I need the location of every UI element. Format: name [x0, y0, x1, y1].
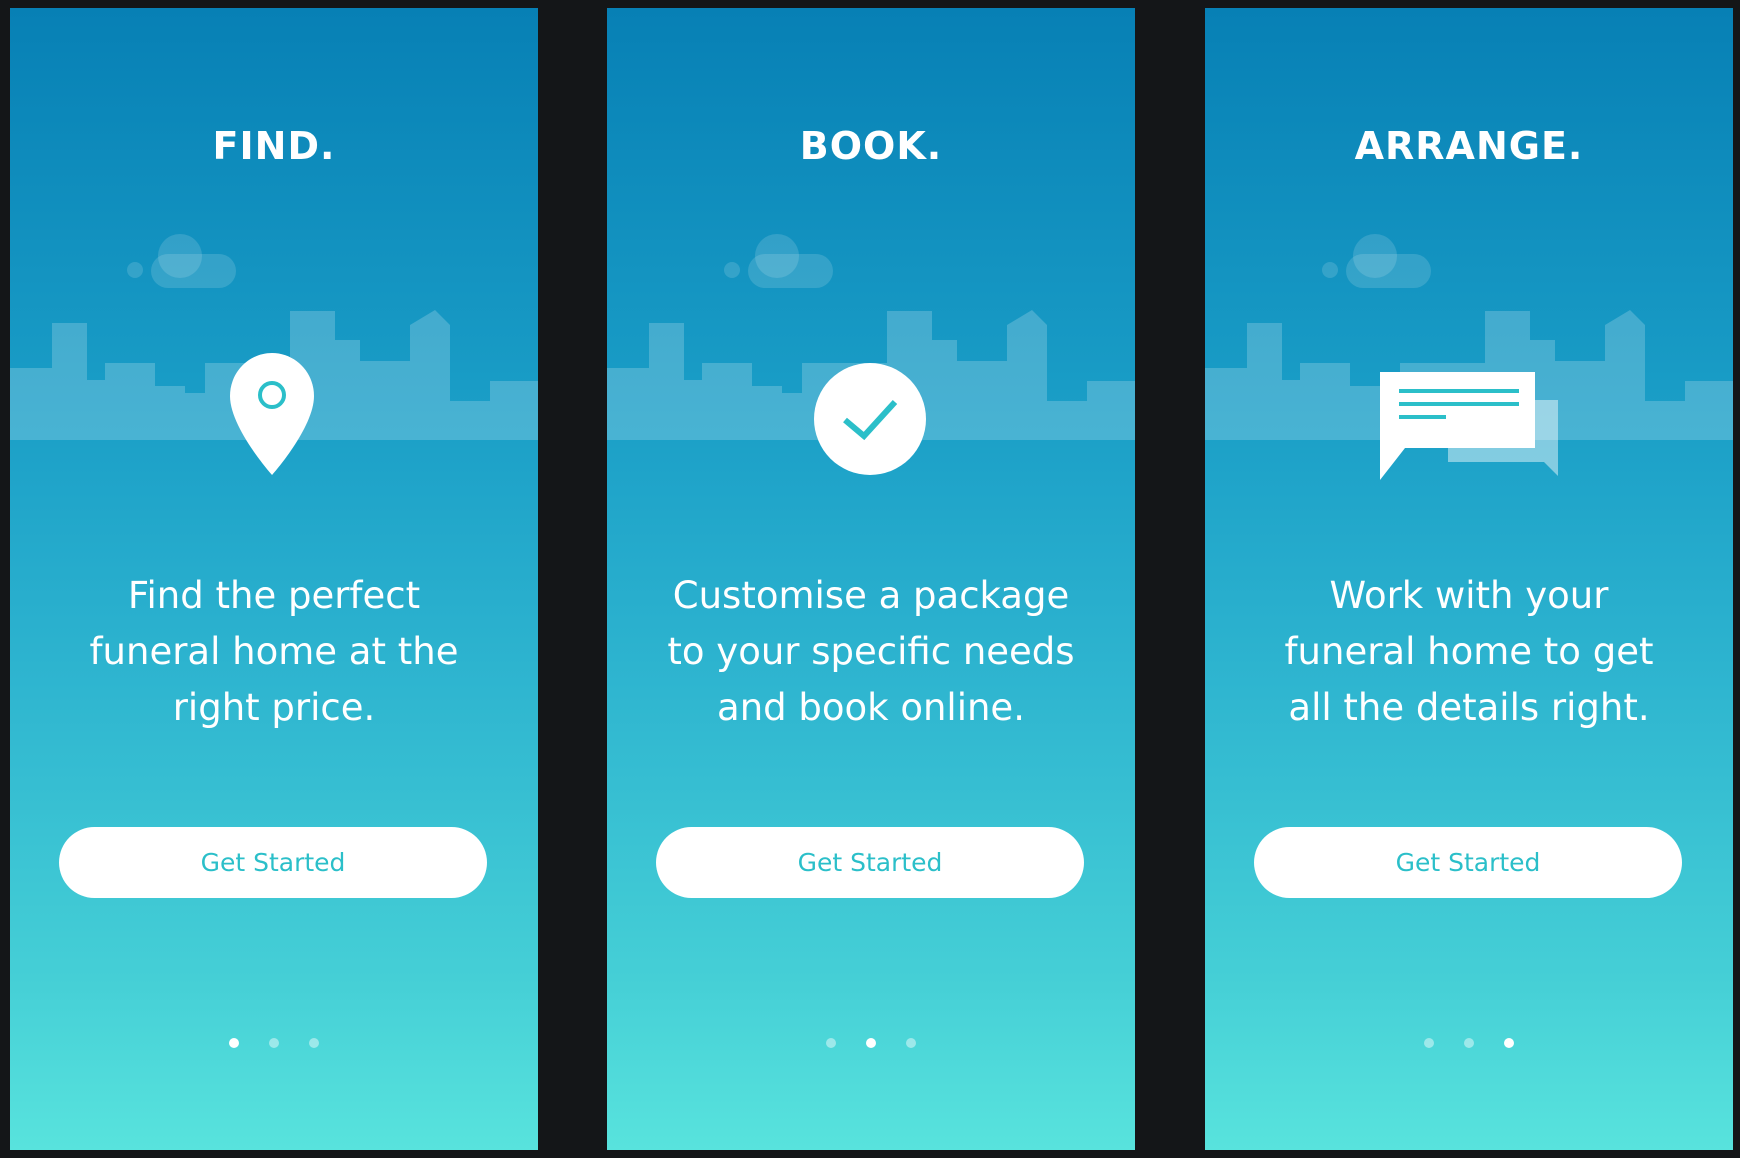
screen-title: ARRANGE. [1354, 124, 1584, 168]
get-started-button[interactable]: Get Started [656, 827, 1084, 898]
screen-description: Customise a package to your specific nee… [637, 568, 1105, 736]
page-indicator [1205, 1038, 1733, 1048]
screen-description: Find the perfect funeral home at the rig… [40, 568, 508, 736]
page-dot-active[interactable] [1504, 1038, 1514, 1048]
description-line: Work with your [1329, 574, 1609, 617]
get-started-button[interactable]: Get Started [1254, 827, 1682, 898]
description-line: right price. [172, 686, 376, 729]
description-line: funeral home at the [89, 630, 459, 673]
page-indicator [10, 1038, 538, 1048]
description-line: Customise a package [672, 574, 1070, 617]
get-started-button[interactable]: Get Started [59, 827, 487, 898]
page-dot-active[interactable] [229, 1038, 239, 1048]
page-dot[interactable] [1424, 1038, 1434, 1048]
page-dot[interactable] [906, 1038, 916, 1048]
onboarding-screen-book: BOOK. Customise a package to your specif… [607, 8, 1135, 1150]
page-dot[interactable] [269, 1038, 279, 1048]
description-line: all the details right. [1288, 686, 1650, 729]
screen-title: FIND. [212, 124, 336, 168]
screen-description: Work with your funeral home to get all t… [1235, 568, 1703, 736]
screen-title: BOOK. [799, 124, 943, 168]
description-line: and book online. [717, 686, 1025, 729]
onboarding-screen-arrange: ARRANGE. Work with your funeral home to … [1205, 8, 1733, 1150]
description-line: Find the perfect [127, 574, 421, 617]
description-line: funeral home to get [1284, 630, 1654, 673]
page-dot[interactable] [1464, 1038, 1474, 1048]
page-dot-active[interactable] [866, 1038, 876, 1048]
page-indicator [607, 1038, 1135, 1048]
page-dot[interactable] [826, 1038, 836, 1048]
description-line: to your specific needs [667, 630, 1075, 673]
checkmark-circle-icon [813, 362, 927, 480]
chat-bubbles-icon [1380, 370, 1560, 489]
onboarding-screen-find: FIND. Find the perfect funeral home at t… [10, 8, 538, 1150]
map-pin-icon [227, 350, 317, 484]
page-dot[interactable] [309, 1038, 319, 1048]
